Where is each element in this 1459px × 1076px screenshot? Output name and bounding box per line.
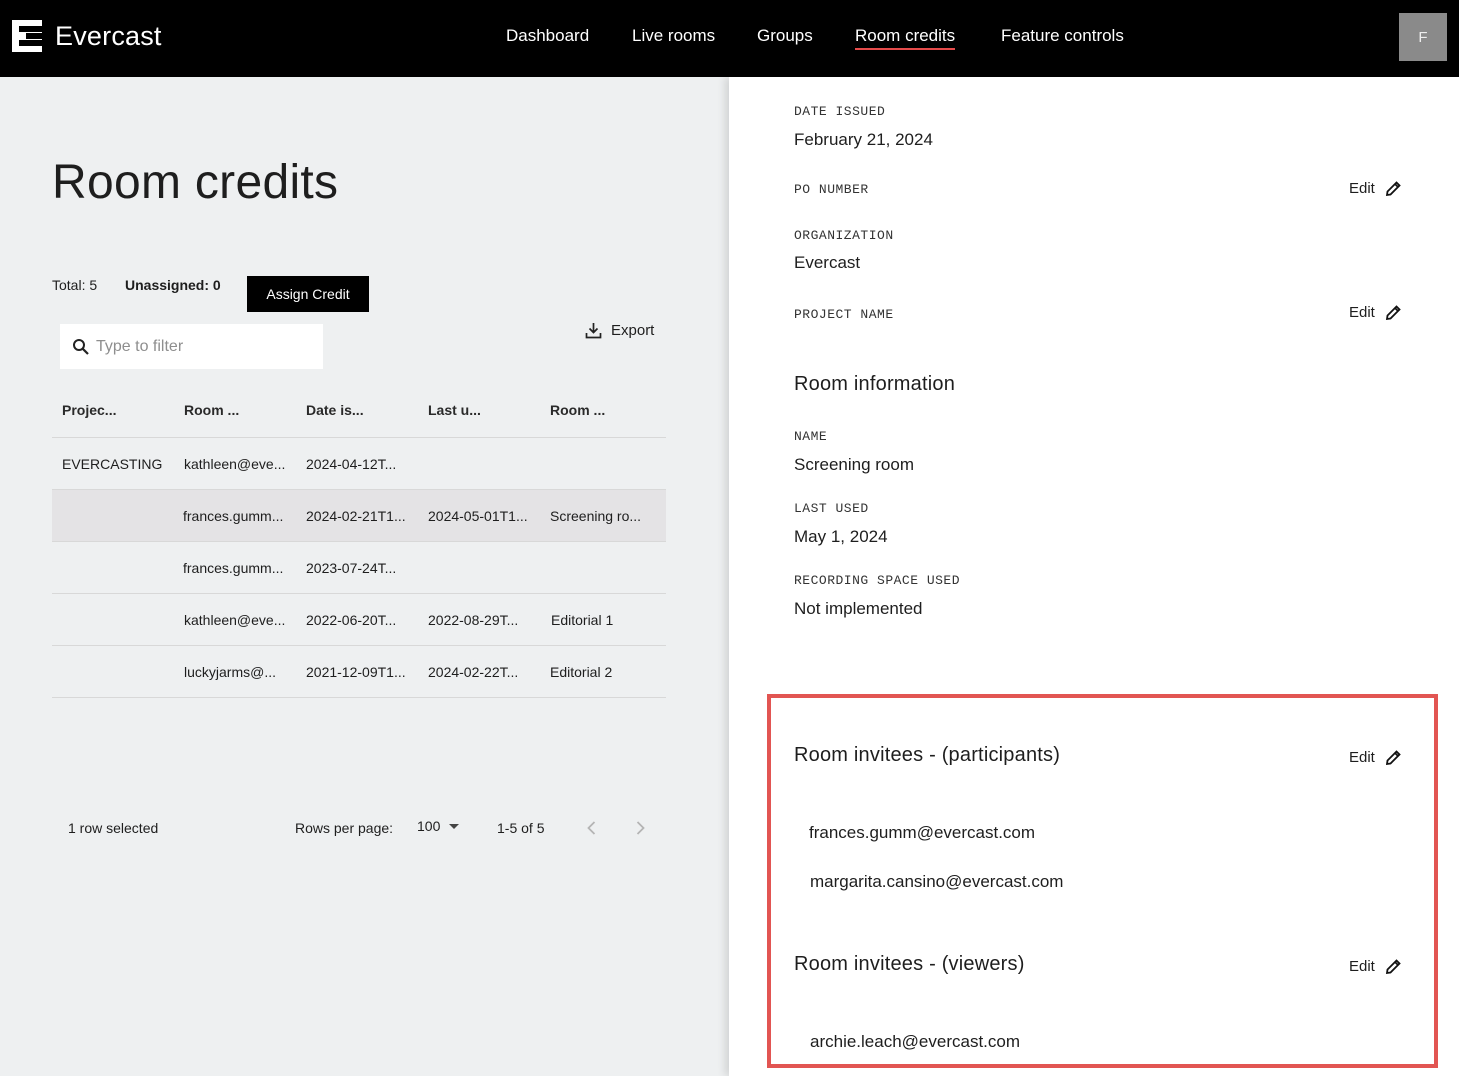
last-used-label: LAST USED	[794, 501, 869, 516]
nav-live-rooms[interactable]: Live rooms	[632, 26, 715, 46]
top-nav-bar: Evercast Dashboard Live rooms Groups Roo…	[0, 0, 1459, 77]
cell-date-issued: 2024-02-21T1...	[306, 508, 406, 524]
cell-date-issued: 2024-04-12T...	[306, 456, 397, 472]
cell-room-name: Editorial 2	[550, 664, 613, 680]
viewer-email: archie.leach@evercast.com	[810, 1032, 1021, 1051]
edit-label: Edit	[1349, 958, 1375, 975]
table-row[interactable]: kathleen@eve... 2022-06-20T... 2022-08-2…	[52, 594, 666, 646]
column-header-project[interactable]: Projec...	[62, 402, 116, 418]
cell-room-name: Editorial 1	[551, 612, 614, 628]
column-header-room[interactable]: Room ...	[184, 402, 239, 418]
table-row[interactable]: EVERCASTING kathleen@eve... 2024-04-12T.…	[52, 438, 666, 490]
caret-down-icon	[449, 823, 460, 829]
export-button[interactable]: Export	[585, 322, 654, 339]
edit-label: Edit	[1349, 749, 1375, 766]
room-credits-table: Projec... Room ... Date is... Last u... …	[52, 385, 666, 698]
room-credit-detail-panel: DATE ISSUED February 21, 2024 PO NUMBER …	[729, 77, 1459, 1076]
recording-space-label: RECORDING SPACE USED	[794, 573, 961, 588]
cell-last-used: 2024-02-22T...	[428, 664, 519, 680]
po-number-label: PO NUMBER	[794, 182, 869, 197]
chevron-left-icon[interactable]	[582, 818, 602, 838]
date-issued-label: DATE ISSUED	[794, 104, 886, 119]
edit-viewers-button[interactable]: Edit	[1349, 958, 1402, 975]
cell-last-used: 2024-05-01T1...	[428, 508, 528, 524]
cell-room-name: Screening ro...	[550, 508, 642, 524]
download-icon	[585, 323, 602, 339]
unassigned-count: Unassigned: 0	[125, 277, 221, 293]
cell-room: luckyjarms@...	[184, 664, 276, 680]
chevron-right-icon[interactable]	[630, 818, 650, 838]
edit-participants-button[interactable]: Edit	[1349, 749, 1402, 766]
cell-date-issued: 2023-07-24T...	[306, 560, 397, 576]
room-name-label: NAME	[794, 429, 828, 444]
pencil-icon	[1385, 750, 1401, 766]
page-title: Room credits	[52, 156, 339, 209]
cell-date-issued: 2022-06-20T...	[306, 612, 397, 628]
table-header: Projec... Room ... Date is... Last u... …	[52, 385, 666, 438]
organization-value: Evercast	[794, 253, 861, 272]
pagination-range: 1-5 of 5	[497, 820, 545, 836]
room-information-title: Room information	[794, 373, 956, 395]
edit-label: Edit	[1349, 180, 1375, 197]
pencil-icon	[1385, 305, 1401, 321]
cell-last-used: 2022-08-29T...	[428, 612, 519, 628]
selection-count: 1 row selected	[68, 820, 159, 836]
cell-room: frances.gumm...	[183, 508, 284, 524]
export-label: Export	[611, 322, 655, 339]
project-name-label: PROJECT NAME	[794, 307, 894, 322]
organization-label: ORGANIZATION	[794, 228, 894, 243]
table-row-selected[interactable]: frances.gumm... 2024-02-21T1... 2024-05-…	[52, 490, 666, 542]
room-credits-list-panel: Room credits Total: 5 Unassigned: 0 Assi…	[0, 77, 729, 1076]
edit-po-number-button[interactable]: Edit	[1349, 180, 1402, 197]
nav-feature-controls[interactable]: Feature controls	[1001, 26, 1124, 46]
cell-date-issued: 2021-12-09T1...	[306, 664, 406, 680]
participants-title: Room invitees - (participants)	[794, 744, 1061, 766]
cell-room: kathleen@eve...	[184, 612, 286, 628]
pencil-icon	[1385, 181, 1401, 197]
cell-project: EVERCASTING	[62, 456, 163, 472]
assign-credit-button[interactable]: Assign Credit	[247, 276, 369, 312]
cell-room: kathleen@eve...	[184, 456, 286, 472]
column-header-date-issued[interactable]: Date is...	[306, 402, 364, 418]
nav-groups[interactable]: Groups	[757, 26, 813, 46]
pencil-icon	[1385, 959, 1401, 975]
rows-per-page-label: Rows per page:	[295, 820, 394, 836]
rows-per-page-select[interactable]: 100	[417, 818, 460, 834]
column-header-last-used[interactable]: Last u...	[428, 402, 481, 418]
last-used-value: May 1, 2024	[794, 527, 888, 546]
room-name-value: Screening room	[794, 455, 915, 474]
viewers-title: Room invitees - (viewers)	[794, 953, 1025, 975]
filter-input[interactable]	[96, 337, 306, 356]
edit-project-name-button[interactable]: Edit	[1349, 304, 1402, 321]
table-row[interactable]: luckyjarms@... 2021-12-09T1... 2024-02-2…	[52, 646, 666, 698]
filter-field[interactable]	[60, 324, 323, 369]
edit-label: Edit	[1349, 304, 1375, 321]
column-header-room-name[interactable]: Room ...	[550, 402, 605, 418]
cell-room: frances.gumm...	[183, 560, 284, 576]
nav-room-credits[interactable]: Room credits	[855, 26, 956, 50]
nav-dashboard[interactable]: Dashboard	[506, 26, 589, 46]
rows-per-page-value: 100	[417, 818, 441, 834]
participant-email: frances.gumm@evercast.com	[809, 823, 1036, 842]
table-row[interactable]: frances.gumm... 2023-07-24T...	[52, 542, 666, 594]
participant-email: margarita.cansino@evercast.com	[810, 872, 1064, 891]
search-icon	[73, 338, 89, 355]
total-count: Total: 5	[52, 277, 98, 293]
recording-space-value: Not implemented	[794, 599, 923, 618]
main-nav: Dashboard Live rooms Groups Room credits…	[0, 26, 1459, 56]
user-avatar[interactable]: F	[1399, 13, 1447, 61]
date-issued-value: February 21, 2024	[794, 130, 933, 149]
